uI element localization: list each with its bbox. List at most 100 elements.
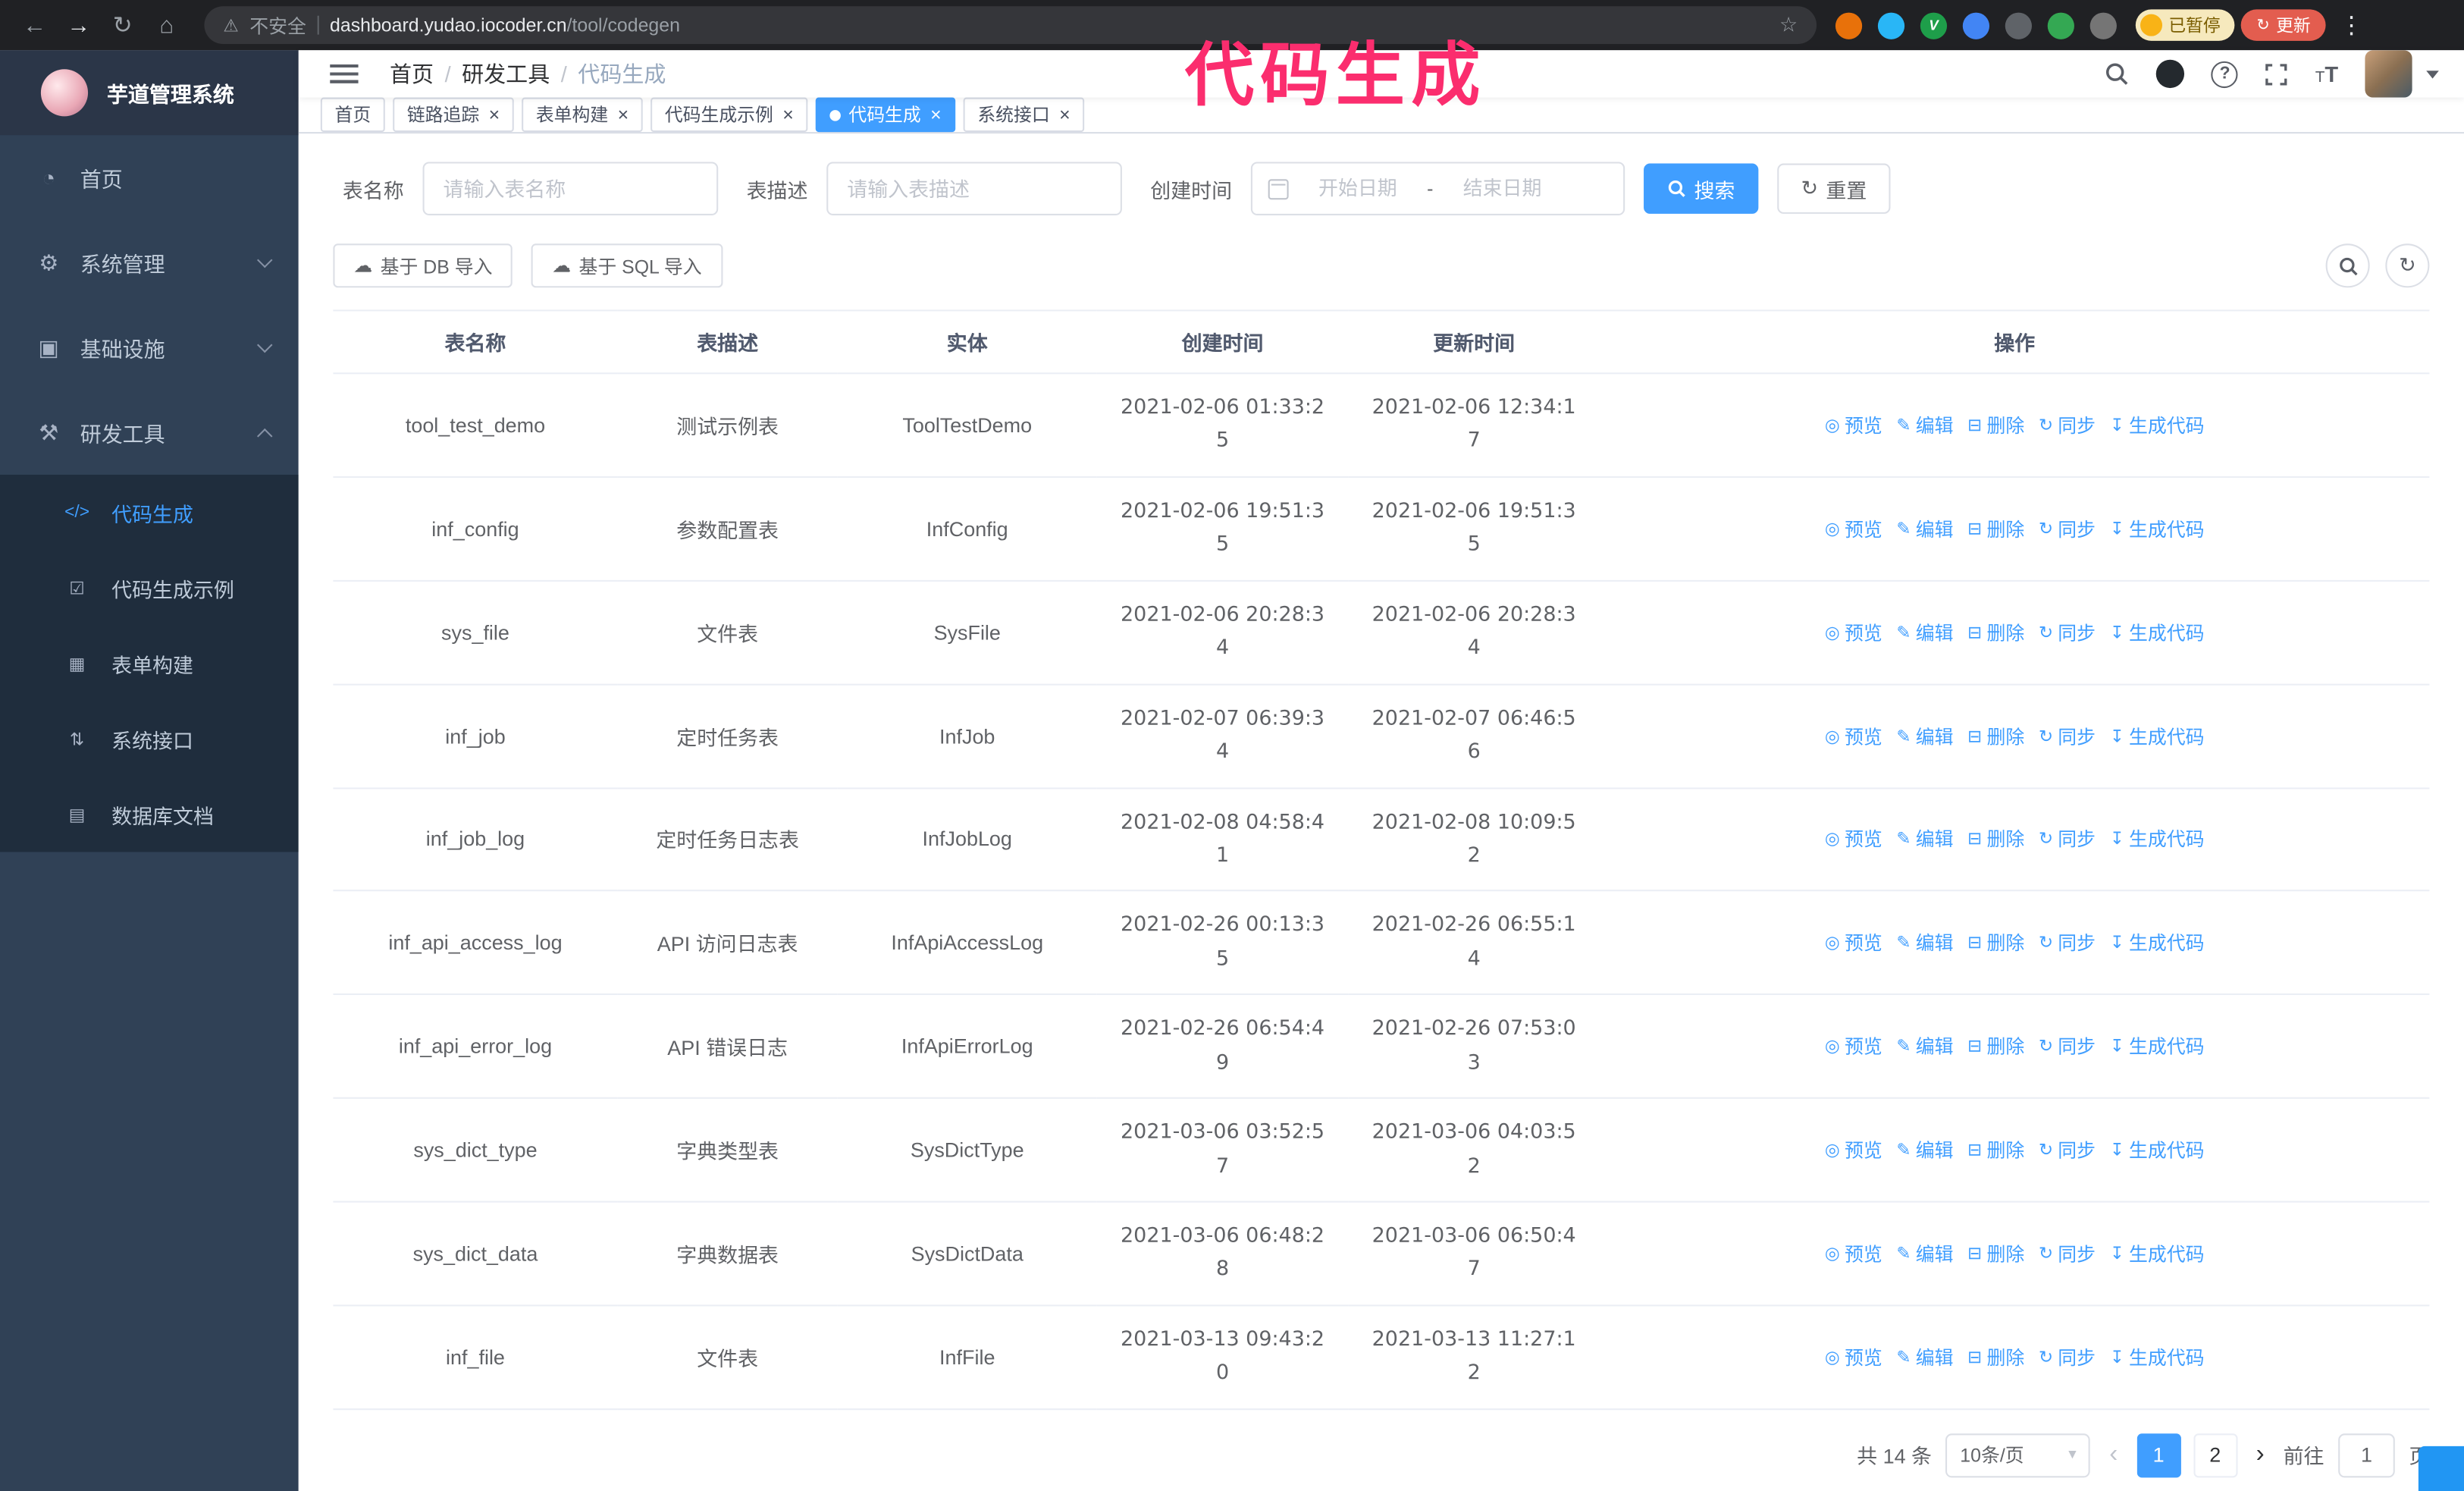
security-label[interactable]: 不安全	[249, 12, 306, 39]
search-icon[interactable]	[2105, 61, 2130, 86]
extension-puzzle-icon[interactable]	[2089, 11, 2117, 39]
floating-widget[interactable]	[2418, 1445, 2464, 1491]
generate-code-action[interactable]: ↧ 生成代码	[2110, 1344, 2205, 1370]
app-logo[interactable]: 芋道管理系统	[0, 50, 299, 136]
help-icon[interactable]: ?	[2211, 60, 2239, 88]
delete-action[interactable]: ⊟ 删除	[1967, 930, 2024, 956]
delete-action[interactable]: ⊟ 删除	[1967, 1137, 2024, 1163]
edit-action[interactable]: ✎ 编辑	[1896, 723, 1953, 749]
preview-action[interactable]: ◎ 预览	[1825, 1137, 1882, 1163]
sync-action[interactable]: ↻ 同步	[2039, 1137, 2096, 1163]
page-number-button[interactable]: 2	[2193, 1433, 2237, 1477]
view-tab[interactable]: 代码生成 ×	[815, 97, 956, 133]
start-date-input[interactable]	[1298, 177, 1418, 200]
generate-code-action[interactable]: ↧ 生成代码	[2110, 1240, 2205, 1267]
sync-action[interactable]: ↻ 同步	[2039, 412, 2096, 438]
view-tab[interactable]: 代码生成示例 ×	[650, 97, 808, 133]
font-size-icon[interactable]: TT	[2315, 61, 2338, 86]
sync-action[interactable]: ↻ 同步	[2039, 619, 2096, 645]
goto-page-input[interactable]	[2338, 1433, 2395, 1477]
edit-action[interactable]: ✎ 编辑	[1896, 1240, 1953, 1267]
edit-action[interactable]: ✎ 编辑	[1896, 515, 1953, 541]
edit-action[interactable]: ✎ 编辑	[1896, 1137, 1953, 1163]
edit-action[interactable]: ✎ 编辑	[1896, 412, 1953, 438]
delete-action[interactable]: ⊟ 删除	[1967, 723, 2024, 749]
extension-people-icon[interactable]	[1962, 11, 1990, 39]
extension-water-icon[interactable]	[1877, 11, 1905, 39]
delete-action[interactable]: ⊟ 删除	[1967, 619, 2024, 645]
sync-action[interactable]: ↻ 同步	[2039, 1240, 2096, 1267]
generate-code-action[interactable]: ↧ 生成代码	[2110, 515, 2205, 541]
tab-close-icon[interactable]: ×	[930, 104, 942, 126]
tab-close-icon[interactable]: ×	[618, 104, 629, 126]
delete-action[interactable]: ⊟ 删除	[1967, 412, 2024, 438]
user-avatar[interactable]	[2365, 50, 2412, 98]
browser-update-button[interactable]: ↻ 更新	[2240, 9, 2327, 41]
generate-code-action[interactable]: ↧ 生成代码	[2110, 930, 2205, 956]
generate-code-action[interactable]: ↧ 生成代码	[2110, 826, 2205, 852]
view-tab[interactable]: 系统接口 ×	[963, 97, 1085, 133]
view-tab[interactable]: 首页	[320, 97, 385, 133]
browser-back-icon[interactable]: ←	[16, 12, 54, 39]
sidebar-menu-item[interactable]: ▣ 基础设施	[0, 305, 299, 390]
edit-action[interactable]: ✎ 编辑	[1896, 930, 1953, 956]
sidebar-submenu-item[interactable]: ▦ 表单构建	[0, 626, 299, 701]
paused-badge[interactable]: 已暂停	[2135, 9, 2235, 41]
edit-action[interactable]: ✎ 编辑	[1896, 1033, 1953, 1059]
sidebar-submenu-item[interactable]: ⇅ 系统接口	[0, 701, 299, 776]
table-desc-input[interactable]	[826, 162, 1122, 215]
edit-action[interactable]: ✎ 编辑	[1896, 826, 1953, 852]
preview-action[interactable]: ◎ 预览	[1825, 619, 1882, 645]
browser-menu-icon[interactable]: ⋮	[2333, 11, 2371, 39]
preview-action[interactable]: ◎ 预览	[1825, 826, 1882, 852]
edit-action[interactable]: ✎ 编辑	[1896, 619, 1953, 645]
extension-leaf-icon[interactable]	[2047, 11, 2074, 39]
tab-close-icon[interactable]: ×	[489, 104, 500, 126]
delete-action[interactable]: ⊟ 删除	[1967, 515, 2024, 541]
preview-action[interactable]: ◎ 预览	[1825, 930, 1882, 956]
delete-action[interactable]: ⊟ 删除	[1967, 826, 2024, 852]
sidebar-submenu-item[interactable]: </> 代码生成	[0, 475, 299, 550]
generate-code-action[interactable]: ↧ 生成代码	[2110, 412, 2205, 438]
sidebar-menu-item[interactable]: ◔ 首页	[0, 135, 299, 220]
delete-action[interactable]: ⊟ 删除	[1967, 1344, 2024, 1370]
edit-action[interactable]: ✎ 编辑	[1896, 1344, 1953, 1370]
end-date-input[interactable]	[1442, 177, 1563, 200]
extension-orange-icon[interactable]	[1835, 11, 1863, 39]
date-range-picker[interactable]: -	[1250, 162, 1625, 215]
sidebar-submenu-item[interactable]: ☑ 代码生成示例	[0, 550, 299, 625]
toggle-search-button[interactable]	[2325, 243, 2370, 288]
preview-action[interactable]: ◎ 预览	[1825, 1344, 1882, 1370]
extension-check-icon[interactable]: V	[1920, 11, 1948, 39]
sync-action[interactable]: ↻ 同步	[2039, 1033, 2096, 1059]
generate-code-action[interactable]: ↧ 生成代码	[2110, 1033, 2205, 1059]
search-button[interactable]: 搜索	[1644, 163, 1759, 214]
avatar-caret-icon[interactable]	[2426, 70, 2439, 78]
browser-reload-icon[interactable]: ↻	[104, 11, 142, 39]
extension-gray-icon[interactable]	[2005, 11, 2033, 39]
reset-button[interactable]: ↻ 重置	[1777, 163, 1891, 214]
generate-code-action[interactable]: ↧ 生成代码	[2110, 619, 2205, 645]
preview-action[interactable]: ◎ 预览	[1825, 515, 1882, 541]
preview-action[interactable]: ◎ 预览	[1825, 1240, 1882, 1267]
preview-action[interactable]: ◎ 预览	[1825, 1033, 1882, 1059]
delete-action[interactable]: ⊟ 删除	[1967, 1240, 2024, 1267]
generate-code-action[interactable]: ↧ 生成代码	[2110, 723, 2205, 749]
sync-action[interactable]: ↻ 同步	[2039, 826, 2096, 852]
bookmark-star-icon[interactable]: ☆	[1779, 13, 1798, 38]
view-tab[interactable]: 链路追踪 ×	[393, 97, 514, 133]
sync-action[interactable]: ↻ 同步	[2039, 515, 2096, 541]
browser-forward-icon[interactable]: →	[60, 12, 98, 39]
import-sql-button[interactable]: ☁ 基于 SQL 导入	[531, 243, 723, 288]
sidebar-menu-item[interactable]: ⚒ 研发工具	[0, 390, 299, 475]
prev-page-button[interactable]: ‹	[2105, 1441, 2122, 1469]
browser-home-icon[interactable]: ⌂	[148, 12, 186, 39]
preview-action[interactable]: ◎ 预览	[1825, 723, 1882, 749]
generate-code-action[interactable]: ↧ 生成代码	[2110, 1137, 2205, 1163]
import-db-button[interactable]: ☁ 基于 DB 导入	[333, 243, 513, 288]
delete-action[interactable]: ⊟ 删除	[1967, 1033, 2024, 1059]
sidebar-submenu-item[interactable]: ▤ 数据库文档	[0, 777, 299, 852]
sync-action[interactable]: ↻ 同步	[2039, 930, 2096, 956]
refresh-table-button[interactable]: ↻	[2385, 243, 2430, 288]
address-bar[interactable]: ⚠ 不安全 dashboard.yudao.iocoder.cn/tool/co…	[204, 6, 1817, 45]
